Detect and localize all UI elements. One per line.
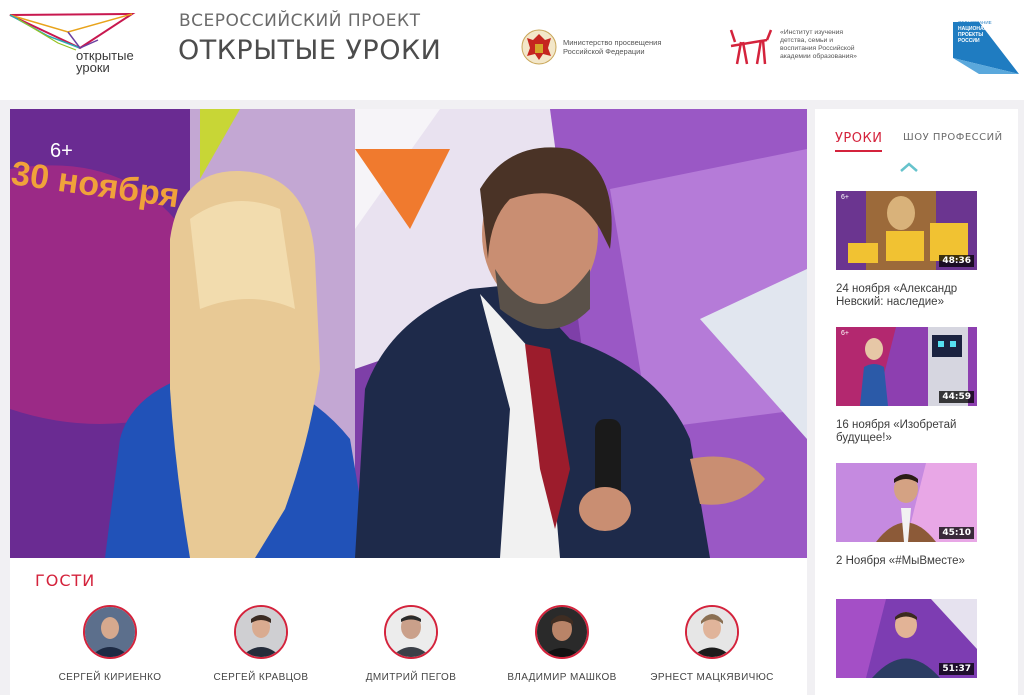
lesson-thumbnail[interactable]: 51:37: [836, 599, 977, 678]
guest-card[interactable]: СЕРГЕЙ КРАВЦОВ: [191, 605, 331, 683]
lesson-item[interactable]: 6+ 44:59 16 ноября «Изобретай будущее!»: [836, 327, 977, 445]
guest-avatar[interactable]: [83, 605, 137, 659]
project-subtitle: ВСЕРОССИЙСКИЙ ПРОЕКТ: [179, 11, 421, 31]
lesson-age-badge: 6+: [841, 330, 849, 337]
national-projects-text: НАЦИОНАЛЬНЫЕ ПРОЕКТЫ РОССИИ: [958, 26, 1003, 44]
guest-name: СЕРГЕЙ КРАВЦОВ: [213, 672, 309, 683]
guest-name: ДМИТРИЙ ПЕГОВ: [365, 672, 457, 683]
guest-name: ЭРНЕСТ МАЦКЯВИЧЮС: [650, 672, 774, 683]
guest-photo: [687, 607, 737, 657]
guest-photo: [537, 607, 587, 657]
institute-logo-icon[interactable]: [727, 26, 773, 66]
lesson-age-badge: 6+: [841, 194, 849, 201]
video-frame: 30 ноября 6+: [10, 109, 807, 558]
chevron-up-icon[interactable]: [899, 161, 919, 173]
guest-avatar[interactable]: [535, 605, 589, 659]
guest-photo: [236, 607, 286, 657]
guest-avatar[interactable]: [384, 605, 438, 659]
lesson-caption[interactable]: 2 Ноября «#МыВместе»: [836, 555, 977, 568]
national-projects-top-text: ОБРАЗОВАНИЕ: [958, 20, 992, 25]
open-lessons-logo[interactable]: открытые уроки: [8, 10, 148, 82]
lesson-item[interactable]: 51:37: [836, 599, 977, 678]
lesson-thumbnail[interactable]: 6+ 48:36: [836, 191, 977, 270]
guest-card[interactable]: ВЛАДИМИР МАШКОВ: [492, 605, 632, 683]
lesson-thumbnail[interactable]: 45:10: [836, 463, 977, 542]
institute-partner-text[interactable]: «Институт изучения детства, семьи и восп…: [780, 29, 885, 61]
lesson-item[interactable]: 45:10 2 Ноября «#МыВместе»: [836, 463, 977, 568]
guests-title: ГОСТИ: [35, 571, 96, 590]
guest-name: ВЛАДИМИР МАШКОВ: [507, 672, 617, 683]
guest-card[interactable]: ЭРНЕСТ МАЦКЯВИЧЮС: [642, 605, 782, 683]
coat-of-arms-icon[interactable]: [521, 28, 557, 66]
lesson-duration: 51:37: [939, 663, 974, 675]
lesson-duration: 48:36: [939, 255, 974, 267]
lesson-duration: 44:59: [939, 391, 974, 403]
guest-avatar[interactable]: [234, 605, 288, 659]
lesson-item[interactable]: 6+ 48:36 24 ноября «Александр Невский: н…: [836, 191, 977, 309]
lesson-caption[interactable]: 24 ноября «Александр Невский: наследие»: [836, 283, 977, 309]
guest-card[interactable]: СЕРГЕЙ КИРИЕНКО: [40, 605, 180, 683]
lesson-caption[interactable]: 16 ноября «Изобретай будущее!»: [836, 419, 977, 445]
guest-card[interactable]: ДМИТРИЙ ПЕГОВ: [341, 605, 481, 683]
guest-name: СЕРГЕЙ КИРИЕНКО: [58, 672, 162, 683]
ministry-partner-text[interactable]: Министерство просвещения Российской Феде…: [563, 38, 683, 56]
video-age-badge: 6+: [50, 140, 73, 162]
tab-lessons[interactable]: УРОКИ: [835, 131, 883, 152]
guest-photo: [85, 607, 135, 657]
project-title: ОТКРЫТЫЕ УРОКИ: [178, 35, 442, 66]
site-header: открытые уроки ВСЕРОССИЙСКИЙ ПРОЕКТ ОТКР…: [0, 0, 1024, 100]
logo-text: открытые уроки: [76, 48, 134, 75]
national-projects-logo[interactable]: ОБРАЗОВАНИЕ НАЦИОНАЛЬНЫЕ ПРОЕКТЫ РОССИИ: [949, 18, 1019, 76]
video-player[interactable]: 30 ноября 6+: [10, 109, 807, 558]
tab-professions-show[interactable]: ШОУ ПРОФЕССИЙ: [903, 132, 1003, 143]
lesson-duration: 45:10: [939, 527, 974, 539]
lesson-thumbnail[interactable]: 6+ 44:59: [836, 327, 977, 406]
guest-photo: [386, 607, 436, 657]
guest-avatar[interactable]: [685, 605, 739, 659]
